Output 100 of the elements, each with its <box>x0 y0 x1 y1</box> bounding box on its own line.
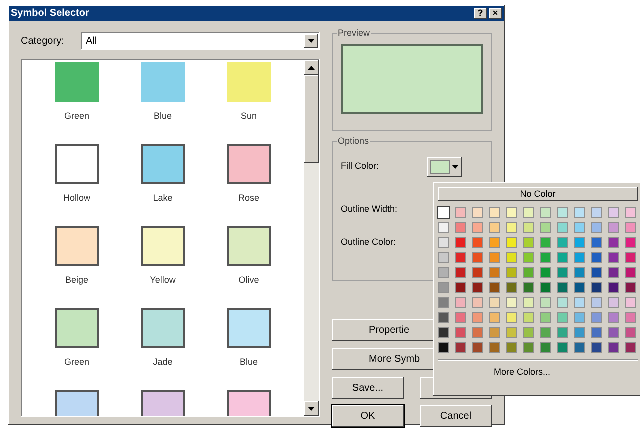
color-swatch[interactable] <box>574 252 585 263</box>
color-swatch[interactable] <box>438 342 449 353</box>
symbol-swatch[interactable] <box>227 144 271 184</box>
color-swatch[interactable] <box>557 342 568 353</box>
more-colors-link[interactable]: More Colors... <box>494 366 551 380</box>
color-swatch[interactable] <box>625 237 636 248</box>
color-swatch[interactable] <box>523 312 534 323</box>
color-swatch[interactable] <box>506 267 517 278</box>
color-swatch[interactable] <box>506 222 517 233</box>
dropdown-button[interactable] <box>304 34 318 48</box>
color-swatch[interactable] <box>625 297 636 308</box>
color-swatch[interactable] <box>625 327 636 338</box>
color-swatch[interactable] <box>591 207 602 218</box>
color-swatch[interactable] <box>523 252 534 263</box>
color-swatch[interactable] <box>489 207 500 218</box>
color-swatch[interactable] <box>608 222 619 233</box>
color-swatch[interactable] <box>574 237 585 248</box>
symbol-swatch[interactable] <box>55 144 99 184</box>
color-swatch[interactable] <box>455 342 466 353</box>
color-swatch[interactable] <box>506 312 517 323</box>
color-swatch[interactable] <box>489 297 500 308</box>
color-swatch[interactable] <box>591 222 602 233</box>
color-swatch[interactable] <box>608 297 619 308</box>
color-swatch[interactable] <box>489 237 500 248</box>
color-swatch[interactable] <box>574 207 585 218</box>
color-swatch[interactable] <box>438 327 449 338</box>
color-swatch[interactable] <box>591 297 602 308</box>
color-swatch[interactable] <box>540 252 551 263</box>
color-swatch[interactable] <box>455 222 466 233</box>
color-swatch[interactable] <box>625 267 636 278</box>
color-swatch[interactable] <box>574 327 585 338</box>
color-swatch[interactable] <box>591 267 602 278</box>
color-swatch[interactable] <box>625 222 636 233</box>
color-swatch[interactable] <box>540 237 551 248</box>
color-swatch[interactable] <box>557 207 568 218</box>
color-swatch[interactable] <box>506 282 517 293</box>
color-swatch[interactable] <box>523 222 534 233</box>
symbol-swatch[interactable] <box>141 144 185 184</box>
color-swatch[interactable] <box>540 267 551 278</box>
color-swatch[interactable] <box>574 282 585 293</box>
color-swatch[interactable] <box>489 312 500 323</box>
color-swatch[interactable] <box>455 252 466 263</box>
color-swatch[interactable] <box>557 327 568 338</box>
color-swatch[interactable] <box>506 207 517 218</box>
color-swatch[interactable] <box>523 282 534 293</box>
color-swatch[interactable] <box>523 327 534 338</box>
color-swatch[interactable] <box>506 252 517 263</box>
color-swatch[interactable] <box>574 297 585 308</box>
color-swatch[interactable] <box>608 327 619 338</box>
color-swatch[interactable] <box>540 327 551 338</box>
color-swatch[interactable] <box>540 312 551 323</box>
color-swatch[interactable] <box>472 327 483 338</box>
color-swatch[interactable] <box>591 312 602 323</box>
color-swatch[interactable] <box>540 222 551 233</box>
color-swatch[interactable] <box>557 282 568 293</box>
color-swatch[interactable] <box>591 237 602 248</box>
symbol-swatch[interactable] <box>141 62 185 102</box>
help-button[interactable]: ? <box>474 8 487 19</box>
fill-color-button[interactable] <box>427 157 462 177</box>
color-swatch[interactable] <box>472 267 483 278</box>
color-swatch[interactable] <box>455 267 466 278</box>
color-swatch[interactable] <box>608 252 619 263</box>
color-swatch[interactable] <box>523 342 534 353</box>
color-swatch[interactable] <box>506 237 517 248</box>
color-swatch[interactable] <box>625 282 636 293</box>
ok-button[interactable]: OK <box>332 405 404 427</box>
color-swatch[interactable] <box>608 312 619 323</box>
symbol-swatch[interactable] <box>227 62 271 102</box>
color-swatch[interactable] <box>608 282 619 293</box>
color-swatch[interactable] <box>455 312 466 323</box>
category-dropdown[interactable]: All <box>81 32 320 50</box>
color-swatch[interactable] <box>472 342 483 353</box>
color-swatch[interactable] <box>574 312 585 323</box>
color-swatch[interactable] <box>506 342 517 353</box>
color-swatch[interactable] <box>438 222 449 233</box>
color-swatch[interactable] <box>489 342 500 353</box>
color-swatch[interactable] <box>625 312 636 323</box>
color-swatch[interactable] <box>540 297 551 308</box>
scroll-up-button[interactable] <box>304 60 319 75</box>
color-swatch[interactable] <box>472 252 483 263</box>
color-swatch[interactable] <box>557 237 568 248</box>
symbol-swatch[interactable] <box>227 226 271 266</box>
color-swatch[interactable] <box>523 267 534 278</box>
color-swatch[interactable] <box>472 312 483 323</box>
color-swatch[interactable] <box>625 342 636 353</box>
color-swatch[interactable] <box>591 327 602 338</box>
color-swatch[interactable] <box>489 252 500 263</box>
color-swatch[interactable] <box>489 267 500 278</box>
color-swatch[interactable] <box>540 342 551 353</box>
symbol-swatch[interactable] <box>227 308 271 348</box>
color-swatch[interactable] <box>557 297 568 308</box>
color-swatch[interactable] <box>438 237 449 248</box>
color-swatch[interactable] <box>574 267 585 278</box>
color-swatch[interactable] <box>438 267 449 278</box>
color-swatch[interactable] <box>557 267 568 278</box>
color-swatch[interactable] <box>438 312 449 323</box>
symbol-swatch[interactable] <box>55 308 99 348</box>
symbol-swatch[interactable] <box>55 226 99 266</box>
color-swatch[interactable] <box>489 282 500 293</box>
color-swatch[interactable] <box>625 252 636 263</box>
